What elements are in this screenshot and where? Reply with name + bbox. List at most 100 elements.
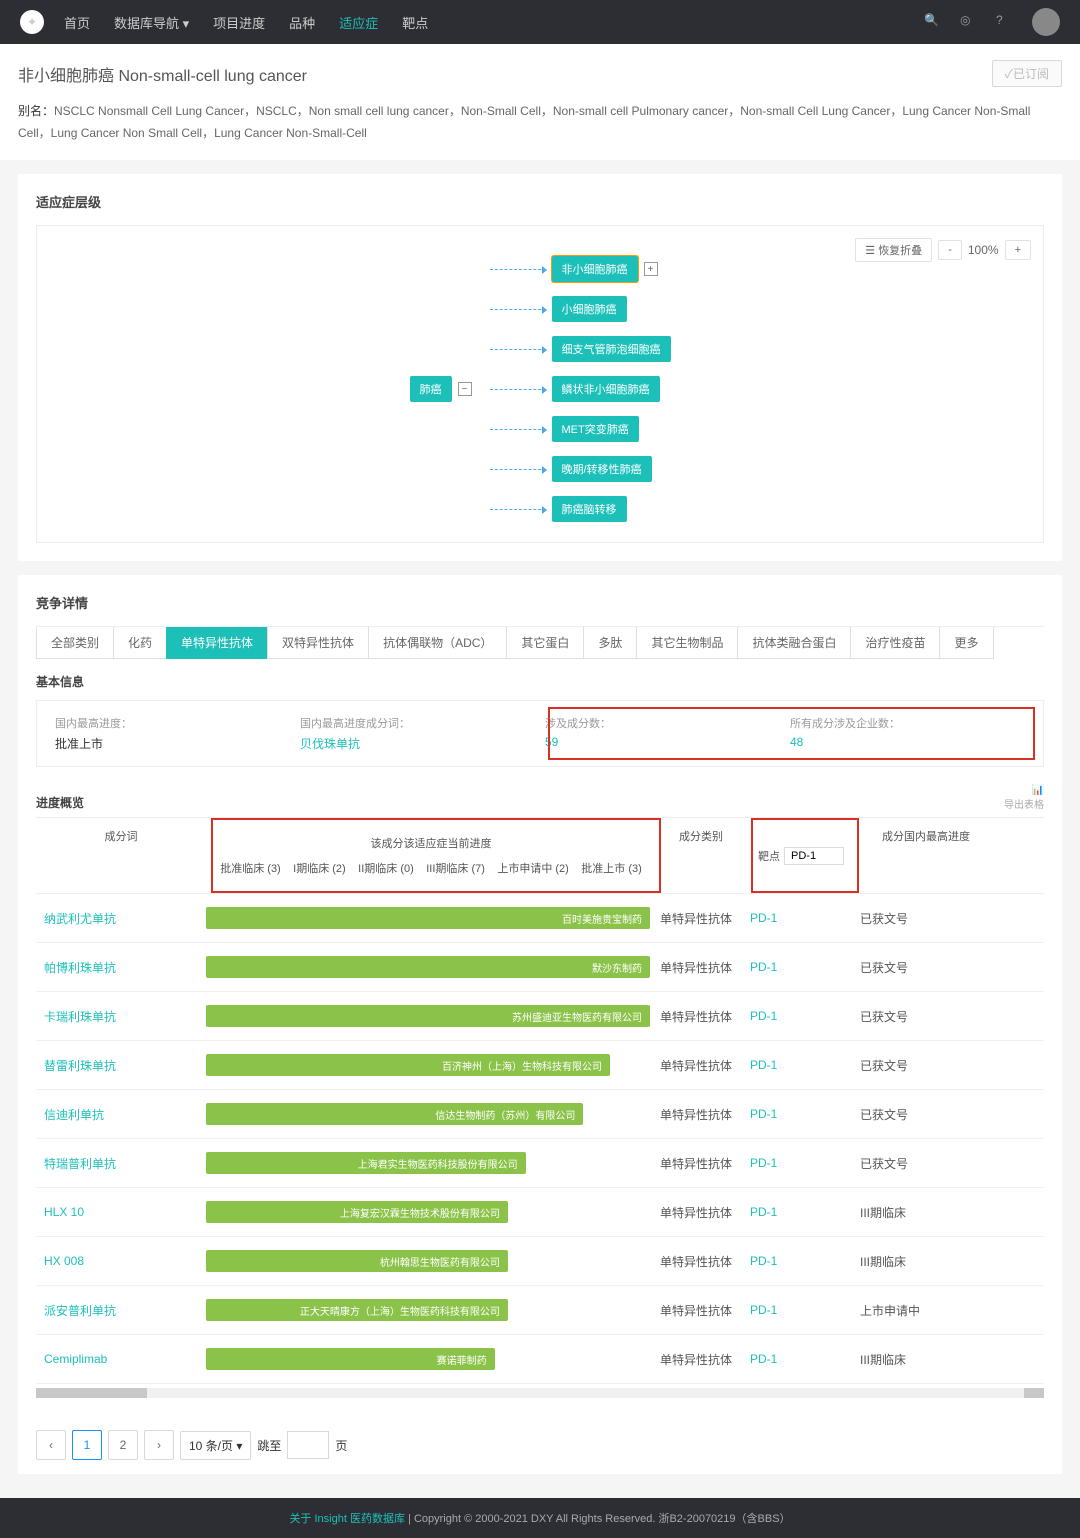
target-link[interactable]: PD-1 bbox=[746, 1156, 856, 1170]
nav-item[interactable]: 适应症 bbox=[339, 13, 378, 32]
nav-item[interactable]: 靶点 bbox=[402, 13, 428, 32]
category-tab[interactable]: 双特异性抗体 bbox=[267, 627, 368, 659]
table-row: Cemiplimab 赛诺菲制药 单特异性抗体 PD-1 III期临床 bbox=[36, 1335, 1044, 1384]
drug-link[interactable]: 信迪利单抗 bbox=[36, 1106, 206, 1123]
drug-link[interactable]: 卡瑞利珠单抗 bbox=[36, 1008, 206, 1025]
progress-bar: 信达生物制药（苏州）有限公司 bbox=[206, 1103, 583, 1125]
table-row: HLX 10 上海复宏汉霖生物技术股份有限公司 单特异性抗体 PD-1 III期… bbox=[36, 1188, 1044, 1237]
search-icon[interactable]: 🔍 bbox=[924, 13, 942, 31]
drug-link[interactable]: Cemiplimab bbox=[36, 1352, 206, 1366]
progress-bar: 赛诺菲制药 bbox=[206, 1348, 495, 1370]
category-tab[interactable]: 其它生物制品 bbox=[636, 627, 737, 659]
target-link[interactable]: PD-1 bbox=[746, 1009, 856, 1023]
competition-panel: 竞争详情 全部类别化药单特异性抗体双特异性抗体抗体偶联物（ADC）其它蛋白多肽其… bbox=[18, 575, 1062, 1416]
hierarchy-panel: 适应症层级 ☰ 恢复折叠 - 100% + 肺癌 − 非小细胞肺癌 + 小细胞肺癌细… bbox=[18, 174, 1062, 561]
tree-node[interactable]: 非小细胞肺癌 bbox=[552, 256, 638, 282]
tree-node[interactable]: 鳞状非小细胞肺癌 bbox=[552, 376, 660, 402]
drug-link[interactable]: HX 008 bbox=[36, 1254, 206, 1268]
table-row: 替雷利珠单抗 百济神州（上海）生物科技有限公司 单特异性抗体 PD-1 已获文号 bbox=[36, 1041, 1044, 1090]
logo-icon[interactable]: ✦ bbox=[20, 10, 44, 34]
page-size-select[interactable]: 10 条/页 ▾ bbox=[180, 1431, 251, 1460]
pagination: ‹ 12 › 10 条/页 ▾ 跳至 页 bbox=[18, 1416, 1062, 1474]
category-tab[interactable]: 更多 bbox=[939, 627, 993, 659]
progress-bar: 正大天晴康方（上海）生物医药科技有限公司 bbox=[206, 1299, 508, 1321]
tree-node[interactable]: 晚期/转移性肺癌 bbox=[552, 456, 652, 482]
drug-link[interactable]: 替雷利珠单抗 bbox=[36, 1057, 206, 1074]
table-row: 纳武利尤单抗 百时美施贵宝制药 单特异性抗体 PD-1 已获文号 bbox=[36, 894, 1044, 943]
drug-link[interactable]: 特瑞普利单抗 bbox=[36, 1155, 206, 1172]
page-number-button[interactable]: 2 bbox=[108, 1430, 138, 1460]
prev-page-button[interactable]: ‹ bbox=[36, 1430, 66, 1460]
table-row: HX 008 杭州翰思生物医药有限公司 单特异性抗体 PD-1 III期临床 bbox=[36, 1237, 1044, 1286]
nav-item[interactable]: 项目进度 bbox=[213, 13, 265, 32]
competition-title: 竞争详情 bbox=[36, 593, 1044, 612]
target-link[interactable]: PD-1 bbox=[746, 911, 856, 925]
tree-root-node[interactable]: 肺癌 bbox=[410, 376, 452, 402]
subscribe-button[interactable]: ✓已订阅 bbox=[992, 60, 1062, 87]
info-value[interactable]: 48 bbox=[790, 735, 1025, 749]
table-row: 特瑞普利单抗 上海君实生物医药科技股份有限公司 单特异性抗体 PD-1 已获文号 bbox=[36, 1139, 1044, 1188]
tree-node[interactable]: 肺癌脑转移 bbox=[552, 496, 627, 522]
target-link[interactable]: PD-1 bbox=[746, 1352, 856, 1366]
location-icon[interactable]: ◎ bbox=[960, 13, 978, 31]
progress-bar: 上海君实生物医药科技股份有限公司 bbox=[206, 1152, 526, 1174]
category-tab[interactable]: 多肽 bbox=[583, 627, 636, 659]
page-title: 非小细胞肺癌 Non-small-cell lung cancer bbox=[18, 62, 307, 86]
zoom-out-button[interactable]: - bbox=[938, 240, 962, 260]
footer-about-link[interactable]: 关于 Insight 医药数据库 bbox=[289, 1513, 405, 1525]
progress-bar: 苏州盛迪亚生物医药有限公司 bbox=[206, 1005, 650, 1027]
jump-page-input[interactable] bbox=[287, 1431, 329, 1459]
target-filter-input[interactable] bbox=[784, 847, 844, 865]
target-link[interactable]: PD-1 bbox=[746, 1303, 856, 1317]
drug-link[interactable]: 派安普利单抗 bbox=[36, 1302, 206, 1319]
category-tab[interactable]: 单特异性抗体 bbox=[166, 627, 267, 659]
basic-info-title: 基本信息 bbox=[36, 673, 1044, 690]
horizontal-scrollbar[interactable] bbox=[36, 1388, 1044, 1398]
drug-link[interactable]: HLX 10 bbox=[36, 1205, 206, 1219]
nav-item[interactable]: 首页 bbox=[64, 13, 90, 32]
progress-bar: 杭州翰思生物医药有限公司 bbox=[206, 1250, 508, 1272]
drug-link[interactable]: 帕博利珠单抗 bbox=[36, 959, 206, 976]
collapse-icon[interactable]: − bbox=[458, 382, 472, 396]
export-button[interactable]: 📊导出表格 bbox=[1004, 785, 1044, 811]
reset-fold-button[interactable]: ☰ 恢复折叠 bbox=[855, 238, 932, 262]
top-nav: ✦ 首页 数据库导航 ▾ 项目进度 品种 适应症 靶点 🔍 ◎ ? bbox=[0, 0, 1080, 44]
zoom-in-button[interactable]: + bbox=[1005, 240, 1031, 260]
nav-item[interactable]: 品种 bbox=[289, 13, 315, 32]
next-page-button[interactable]: › bbox=[144, 1430, 174, 1460]
table-header: 成分词 该成分该适应症当前进度 批准临床 (3)I期临床 (2)II期临床 (0… bbox=[36, 817, 1044, 894]
progress-bar: 百济神州（上海）生物科技有限公司 bbox=[206, 1054, 610, 1076]
avatar[interactable] bbox=[1032, 8, 1060, 36]
expand-icon[interactable]: + bbox=[644, 262, 658, 276]
progress-title: 进度概览 bbox=[36, 794, 84, 811]
aliases: 别名：NSCLC Nonsmall Cell Lung Cancer，NSCLC… bbox=[18, 101, 1062, 144]
info-value: 批准上市 bbox=[55, 735, 290, 752]
footer: 关于 Insight 医药数据库 | Copyright © 2000-2021… bbox=[0, 1498, 1080, 1538]
category-tab[interactable]: 抗体类融合蛋白 bbox=[737, 627, 850, 659]
target-link[interactable]: PD-1 bbox=[746, 1254, 856, 1268]
tree-node[interactable]: MET突变肺癌 bbox=[552, 416, 639, 442]
target-link[interactable]: PD-1 bbox=[746, 1107, 856, 1121]
target-link[interactable]: PD-1 bbox=[746, 1058, 856, 1072]
info-value[interactable]: 59 bbox=[545, 735, 780, 749]
progress-bar: 上海复宏汉霖生物技术股份有限公司 bbox=[206, 1201, 508, 1223]
help-icon[interactable]: ? bbox=[996, 13, 1014, 31]
category-tab[interactable]: 化药 bbox=[113, 627, 166, 659]
category-tab[interactable]: 其它蛋白 bbox=[506, 627, 583, 659]
target-link[interactable]: PD-1 bbox=[746, 1205, 856, 1219]
category-tab[interactable]: 抗体偶联物（ADC） bbox=[368, 627, 506, 659]
zoom-level: 100% bbox=[968, 243, 999, 257]
table-row: 卡瑞利珠单抗 苏州盛迪亚生物医药有限公司 单特异性抗体 PD-1 已获文号 bbox=[36, 992, 1044, 1041]
progress-bar: 默沙东制药 bbox=[206, 956, 650, 978]
page-number-button[interactable]: 1 bbox=[72, 1430, 102, 1460]
info-value[interactable]: 贝伐珠单抗 bbox=[300, 735, 535, 752]
nav-item[interactable]: 数据库导航 ▾ bbox=[114, 13, 189, 32]
category-tab[interactable]: 全部类别 bbox=[36, 627, 113, 659]
tree-node[interactable]: 细支气管肺泡细胞癌 bbox=[552, 336, 671, 362]
drug-link[interactable]: 纳武利尤单抗 bbox=[36, 910, 206, 927]
table-row: 派安普利单抗 正大天晴康方（上海）生物医药科技有限公司 单特异性抗体 PD-1 … bbox=[36, 1286, 1044, 1335]
tree-node[interactable]: 小细胞肺癌 bbox=[552, 296, 627, 322]
hierarchy-title: 适应症层级 bbox=[36, 192, 1044, 211]
category-tab[interactable]: 治疗性疫苗 bbox=[850, 627, 939, 659]
target-link[interactable]: PD-1 bbox=[746, 960, 856, 974]
